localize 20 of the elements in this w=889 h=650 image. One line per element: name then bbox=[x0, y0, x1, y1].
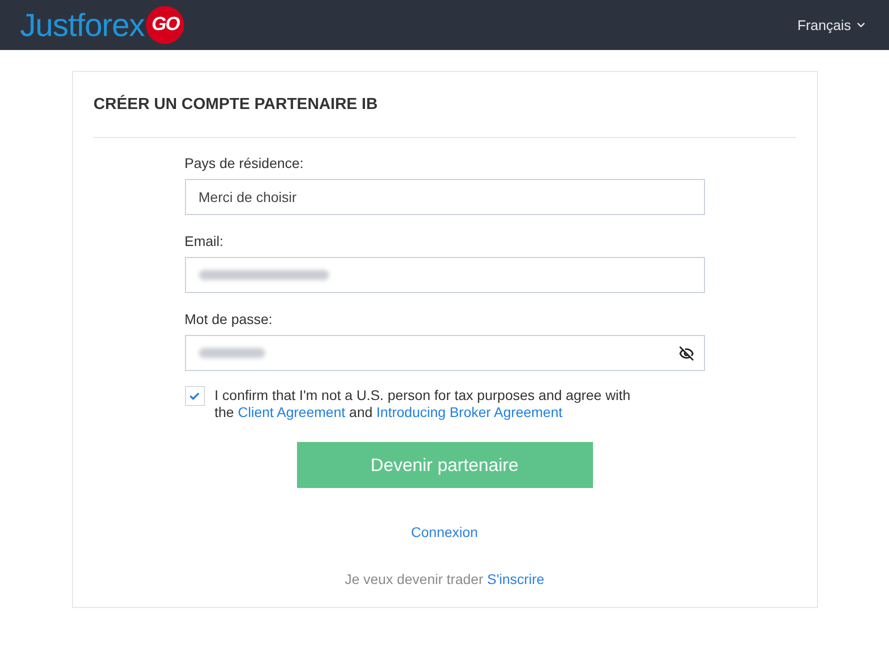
language-dropdown[interactable]: Français bbox=[797, 14, 867, 36]
check-icon bbox=[189, 390, 200, 402]
agreement-link[interactable]: Introducing Broker Agreement bbox=[376, 404, 562, 420]
signup-link[interactable]: S'inscrire bbox=[487, 571, 544, 587]
field-label: Mot de passe: bbox=[184, 310, 274, 329]
field-label: Email: bbox=[184, 232, 224, 251]
password-field[interactable] bbox=[184, 335, 704, 371]
country-select[interactable]: Merci de choisir bbox=[184, 179, 704, 215]
field-label: Pays de résidence: bbox=[184, 154, 305, 173]
card-title: CRÉER UN COMPTE PARTENAIRE IB bbox=[94, 95, 379, 115]
email-field[interactable] bbox=[184, 257, 704, 293]
login-link[interactable]: Connexion bbox=[411, 522, 478, 542]
logo-badge[interactable]: GO bbox=[146, 6, 184, 44]
eye-slash-icon[interactable] bbox=[678, 346, 694, 360]
submit-button[interactable]: Devenir partenaire bbox=[296, 442, 592, 488]
checkbox[interactable] bbox=[184, 386, 204, 406]
signup-prompt: Je veux devenir trader S'inscrire bbox=[344, 570, 544, 589]
logo-text[interactable]: Justforex bbox=[20, 6, 144, 44]
consent-text: I confirm that I'm not a U.S. person for tax purposes and agree with the Client Agreement and Introducing Broker Agreement bbox=[214, 386, 632, 421]
agreement-link[interactable]: Client Agreement bbox=[238, 404, 346, 420]
